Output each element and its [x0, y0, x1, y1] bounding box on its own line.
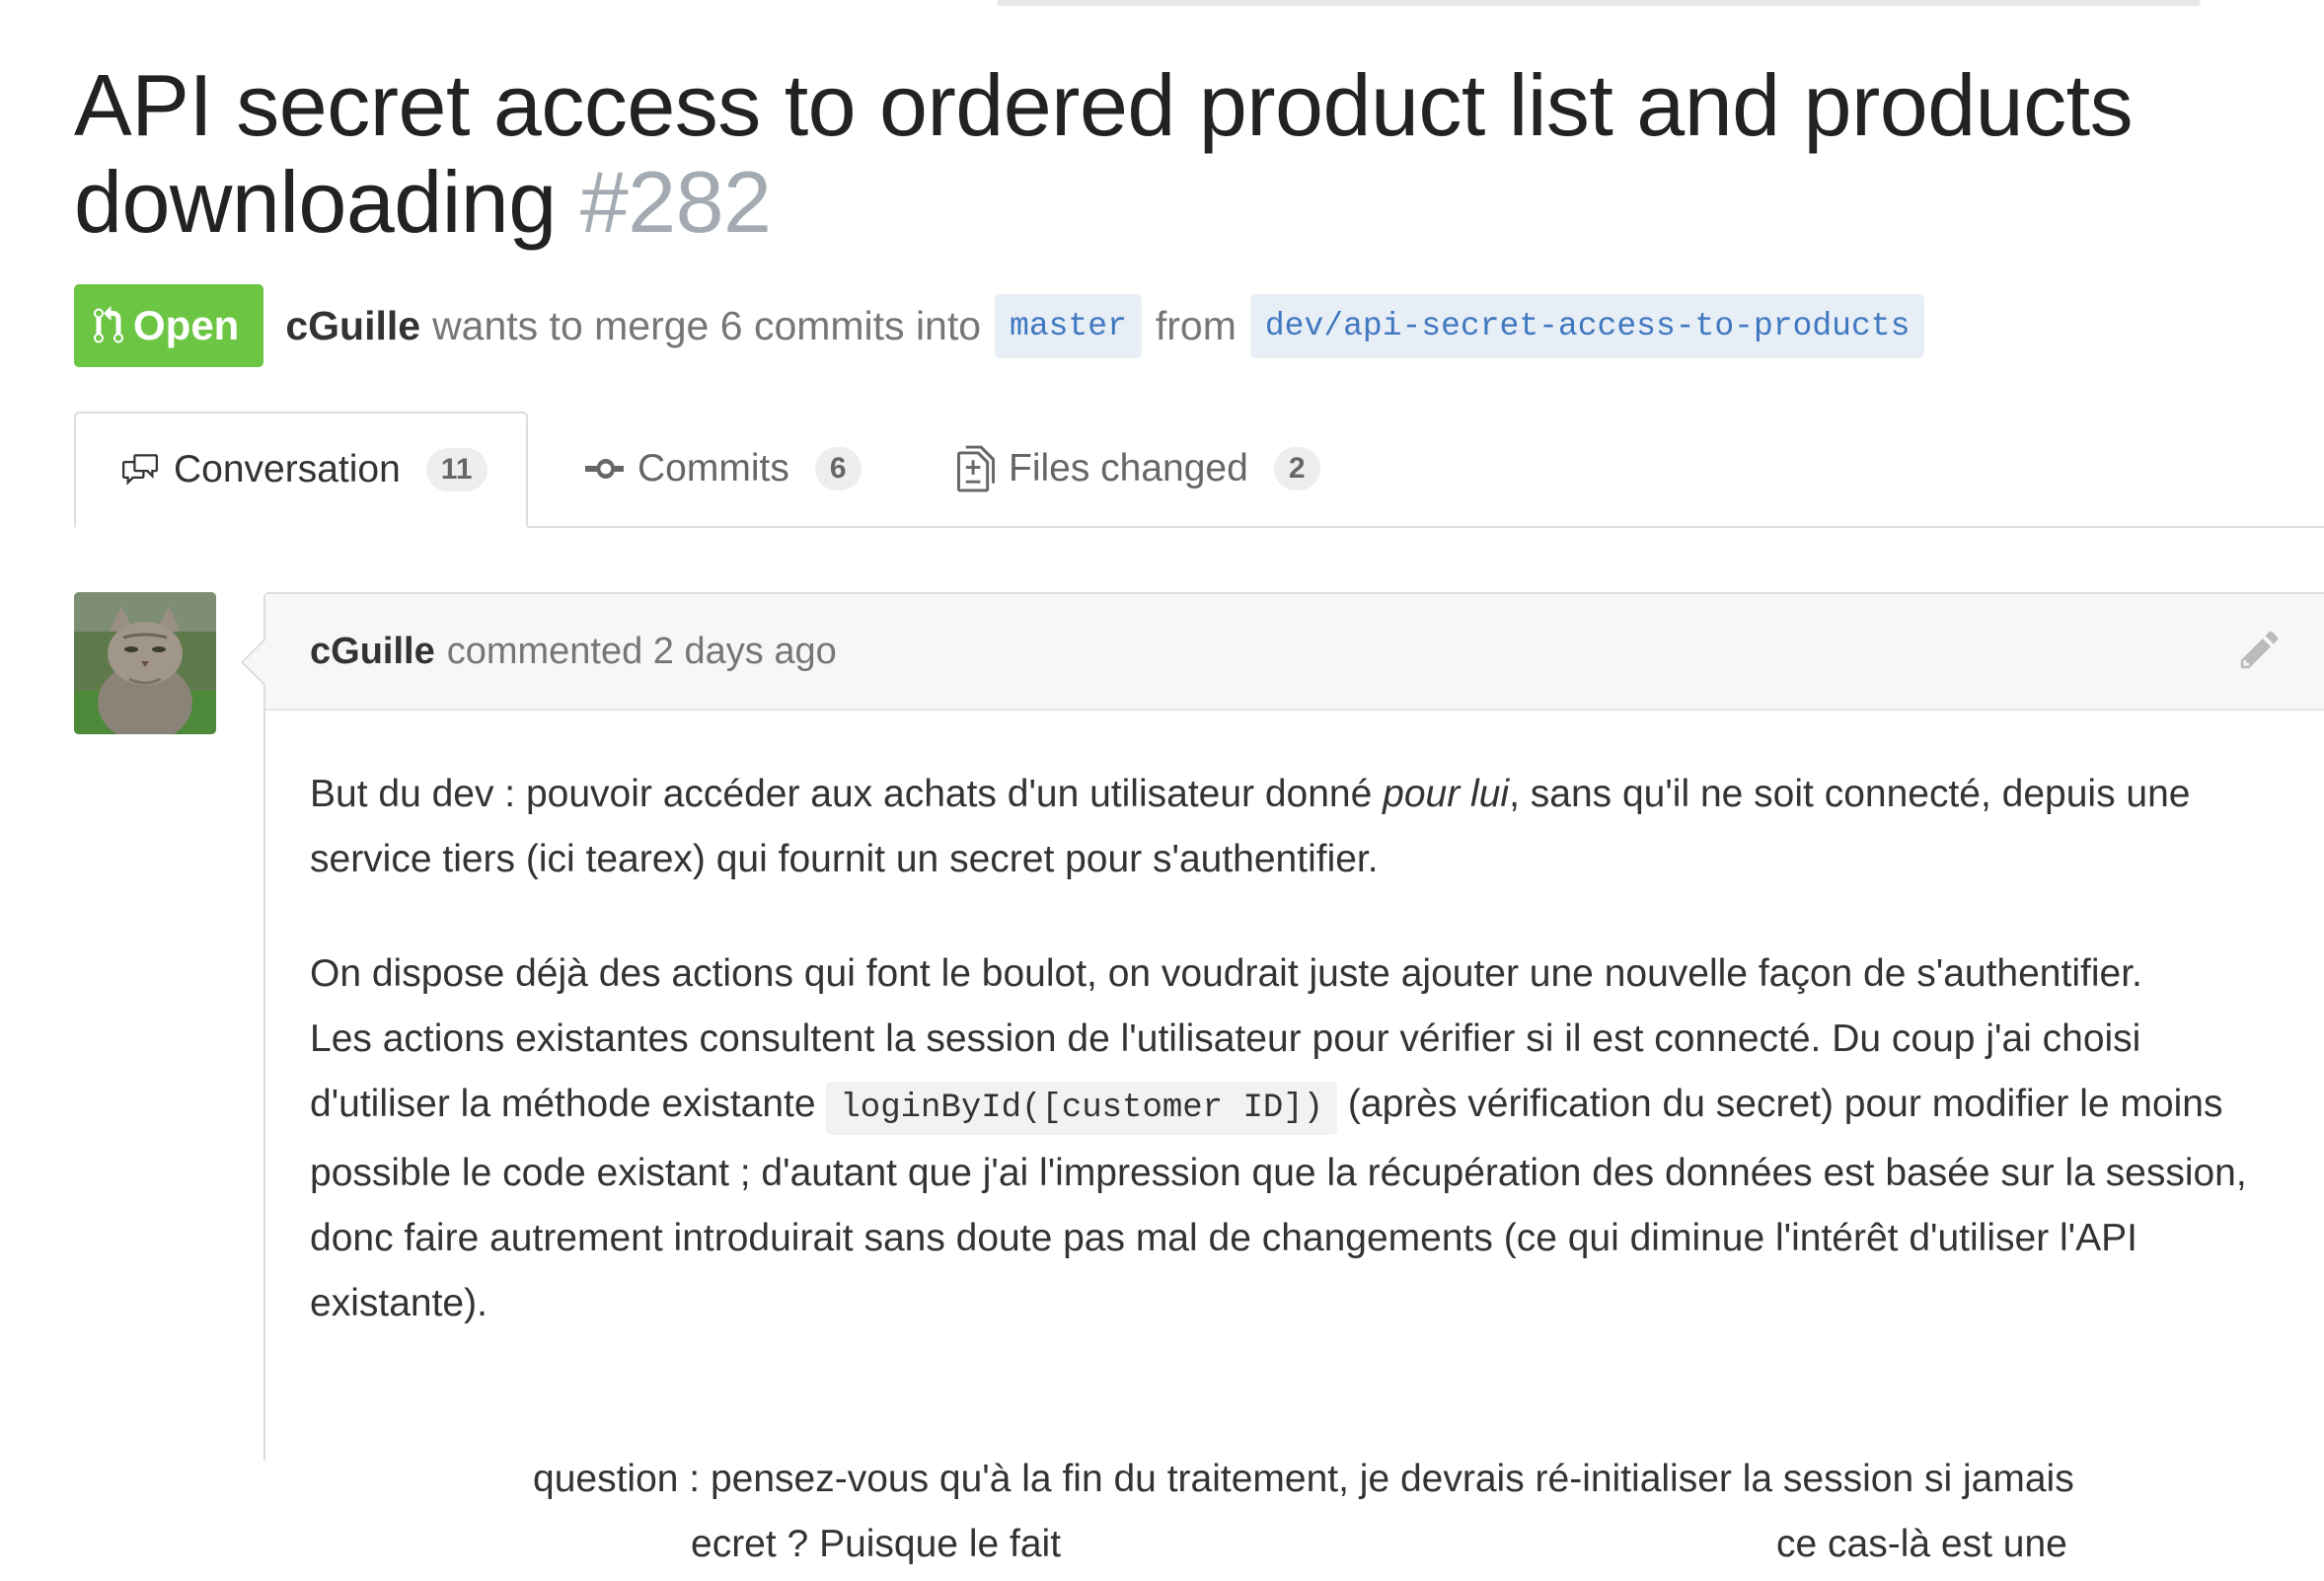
pr-meta: Open cGuille wants to merge 6 commits in… [74, 284, 1938, 367]
git-pull-request-icon [94, 306, 123, 343]
tab-files-changed[interactable]: Files changed 2 [957, 412, 1320, 526]
tab-commits-count: 6 [814, 447, 862, 490]
tab-conversation-count: 11 [425, 448, 487, 491]
head-branch[interactable]: dev/api-secret-access-to-products [1249, 293, 1925, 358]
state-label: Open [133, 302, 240, 348]
p1-emphasis: pour lui [1383, 773, 1510, 815]
inline-code: loginById([customer ID]) [826, 1082, 1338, 1135]
p1-text-before: But du dev : pouvoir accéder aux achats … [310, 773, 1384, 815]
comment-header: cGuille commented 2 days ago [265, 594, 2324, 711]
comment-author-link[interactable]: cGuille [310, 631, 435, 673]
from-text: from [1155, 302, 1237, 348]
comment-box: cGuille commented 2 days ago But du dev … [240, 592, 2324, 1480]
pr-number: #282 [579, 153, 772, 251]
pencil-icon[interactable] [2238, 628, 2282, 671]
cat-avatar-image [74, 592, 216, 734]
commit-icon [585, 459, 624, 479]
pr-author-link[interactable]: cGuille [285, 303, 420, 349]
comment-paragraph-3: Les actions existantes consultent la ses… [310, 1007, 2284, 1336]
pr-title: API secret access to ordered product lis… [74, 57, 2245, 251]
comment-cut-line-2a: ecret ? Puisque le fait [691, 1523, 1062, 1565]
tab-commits[interactable]: Commits 6 [582, 412, 862, 526]
comment-paragraph-2: On dispose déjà des actions qui font le … [310, 952, 2142, 995]
tab-files-changed-label: Files changed [1009, 447, 1248, 489]
base-branch[interactable]: master [995, 293, 1142, 358]
avatar[interactable] [74, 592, 216, 734]
tab-files-changed-count: 2 [1273, 447, 1320, 490]
comment-cut-line-2b: ce cas-là est une [1776, 1523, 2067, 1565]
comment-paragraph-1: But du dev : pouvoir accéder aux achats … [310, 762, 2284, 892]
state-badge-open: Open [74, 284, 264, 367]
tab-conversation-label: Conversation [174, 448, 401, 490]
merge-text: wants to merge 6 commits into [432, 302, 982, 348]
pr-tabs: Conversation 11 Commits 6 Files changed … [74, 412, 2324, 528]
comment-body: But du dev : pouvoir accéder aux achats … [310, 762, 2284, 1386]
tab-conversation[interactable]: Conversation 11 [74, 412, 528, 528]
top-divider [997, 0, 2201, 6]
comment-cut-line-1: question : pensez-vous qu'à la fin du tr… [533, 1458, 2074, 1500]
comment-discussion-icon [122, 454, 158, 486]
comment-timestamp[interactable]: commented 2 days ago [447, 631, 837, 673]
tab-commits-label: Commits [637, 447, 789, 489]
pr-title-text: API secret access to ordered product lis… [74, 56, 2134, 251]
file-diff-icon [957, 445, 995, 492]
